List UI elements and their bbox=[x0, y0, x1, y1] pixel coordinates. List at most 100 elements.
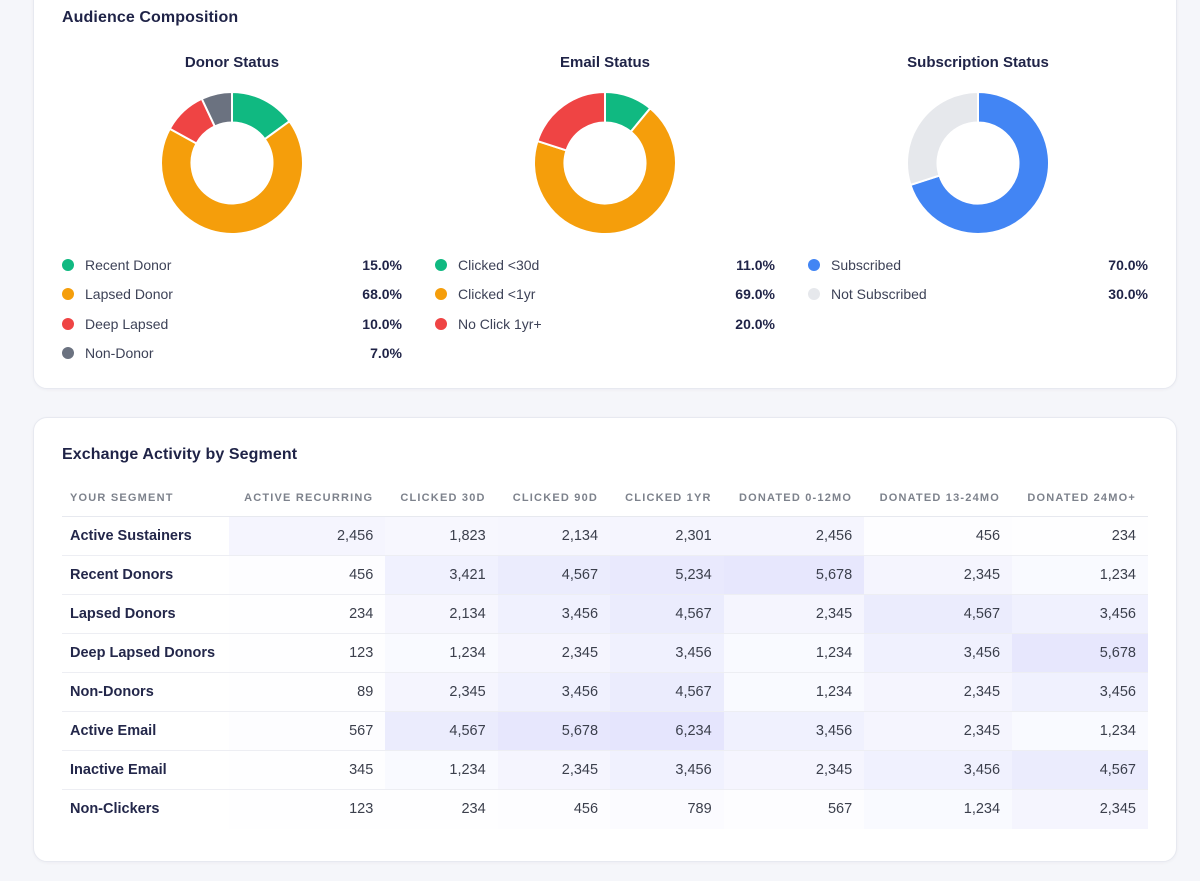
table-row: Active Sustainers2,4561,8232,1342,3012,4… bbox=[62, 517, 1148, 556]
table-cell: 3,456 bbox=[498, 673, 610, 712]
table-cell: 5,234 bbox=[610, 556, 724, 595]
table-cell: 3,456 bbox=[498, 595, 610, 634]
table-cell: 5,678 bbox=[498, 712, 610, 751]
legend-value: 10.0% bbox=[362, 316, 402, 332]
table-cell: 5,678 bbox=[724, 556, 865, 595]
legend-label: Clicked <1yr bbox=[458, 286, 735, 302]
legend-label: Lapsed Donor bbox=[85, 286, 362, 302]
legend-dot-icon bbox=[62, 347, 74, 359]
legend-dot-icon bbox=[435, 288, 447, 300]
table-row: Deep Lapsed Donors1231,2342,3453,4561,23… bbox=[62, 634, 1148, 673]
legend-dot-icon bbox=[435, 259, 447, 271]
table-cell: 2,345 bbox=[385, 673, 497, 712]
legend-label: Recent Donor bbox=[85, 257, 362, 273]
legend-item: No Click 1yr+20.0% bbox=[435, 309, 775, 339]
legend-item: Clicked <1yr69.0% bbox=[435, 280, 775, 310]
table-cell: 4,567 bbox=[1012, 751, 1148, 790]
column-header-clicked-30d: CLICKED 30D bbox=[385, 480, 497, 517]
segment-name: Active Sustainers bbox=[62, 517, 229, 556]
table-cell: 1,234 bbox=[724, 673, 865, 712]
table-cell: 4,567 bbox=[610, 595, 724, 634]
segment-name: Deep Lapsed Donors bbox=[62, 634, 229, 673]
legend-dot-icon bbox=[808, 288, 820, 300]
table-cell: 2,134 bbox=[498, 517, 610, 556]
table-cell: 567 bbox=[724, 790, 865, 829]
table-cell: 3,456 bbox=[864, 634, 1012, 673]
table-cell: 234 bbox=[385, 790, 497, 829]
exchange-activity-title: Exchange Activity by Segment bbox=[62, 446, 1148, 464]
table-cell: 789 bbox=[610, 790, 724, 829]
chart-legend: Subscribed70.0%Not Subscribed30.0% bbox=[808, 250, 1148, 309]
table-cell: 1,234 bbox=[385, 634, 497, 673]
legend-label: Clicked <30d bbox=[458, 257, 736, 273]
chart-title: Subscription Status bbox=[907, 54, 1049, 71]
table-cell: 2,345 bbox=[498, 634, 610, 673]
table-row: Inactive Email3451,2342,3453,4562,3453,4… bbox=[62, 751, 1148, 790]
table-cell: 4,567 bbox=[498, 556, 610, 595]
column-header-donated-13-24mo: DONATED 13-24MO bbox=[864, 480, 1012, 517]
table-row: Recent Donors4563,4214,5675,2345,6782,34… bbox=[62, 556, 1148, 595]
segment-name: Inactive Email bbox=[62, 751, 229, 790]
table-cell: 234 bbox=[229, 595, 386, 634]
column-header-clicked-90d: CLICKED 90D bbox=[498, 480, 610, 517]
donut-chart bbox=[525, 83, 685, 243]
column-header-donated-24mo+: DONATED 24MO+ bbox=[1012, 480, 1148, 517]
column-header-active-recurring: ACTIVE RECURRING bbox=[229, 480, 386, 517]
segment-name: Non-Donors bbox=[62, 673, 229, 712]
table-row: Non-Donors892,3453,4564,5671,2342,3453,4… bbox=[62, 673, 1148, 712]
table-cell: 2,345 bbox=[864, 556, 1012, 595]
audience-composition-title: Audience Composition bbox=[62, 9, 1148, 27]
table-cell: 2,345 bbox=[724, 595, 865, 634]
table-cell: 567 bbox=[229, 712, 386, 751]
legend-value: 7.0% bbox=[370, 345, 402, 361]
legend-value: 20.0% bbox=[735, 316, 775, 332]
table-cell: 123 bbox=[229, 790, 386, 829]
table-cell: 1,234 bbox=[1012, 712, 1148, 751]
legend-value: 15.0% bbox=[362, 257, 402, 273]
table-cell: 3,421 bbox=[385, 556, 497, 595]
legend-value: 68.0% bbox=[362, 286, 402, 302]
table-cell: 2,301 bbox=[610, 517, 724, 556]
table-cell: 5,678 bbox=[1012, 634, 1148, 673]
report-page: Audience Composition Donor StatusRecent … bbox=[0, 0, 1200, 881]
table-cell: 2,345 bbox=[498, 751, 610, 790]
table-cell: 3,456 bbox=[864, 751, 1012, 790]
table-cell: 3,456 bbox=[724, 712, 865, 751]
donut-slice-not-subscribed bbox=[907, 92, 978, 185]
legend-value: 11.0% bbox=[736, 257, 775, 273]
chart-title: Email Status bbox=[560, 54, 650, 71]
chart-legend: Clicked <30d11.0%Clicked <1yr69.0%No Cli… bbox=[435, 250, 775, 339]
column-header-donated-0-12mo: DONATED 0-12MO bbox=[724, 480, 865, 517]
table-cell: 2,345 bbox=[864, 712, 1012, 751]
legend-value: 30.0% bbox=[1108, 286, 1148, 302]
segment-name: Recent Donors bbox=[62, 556, 229, 595]
donut-slice-lapsed-donor bbox=[161, 121, 303, 234]
table-cell: 345 bbox=[229, 751, 386, 790]
table-cell: 2,345 bbox=[864, 673, 1012, 712]
audience-composition-card: Audience Composition Donor StatusRecent … bbox=[33, 0, 1177, 389]
table-cell: 2,345 bbox=[724, 751, 865, 790]
table-cell: 3,456 bbox=[610, 634, 724, 673]
legend-label: Not Subscribed bbox=[831, 286, 1108, 302]
table-cell: 4,567 bbox=[610, 673, 724, 712]
legend-value: 70.0% bbox=[1108, 257, 1148, 273]
legend-value: 69.0% bbox=[735, 286, 775, 302]
table-row: Lapsed Donors2342,1343,4564,5672,3454,56… bbox=[62, 595, 1148, 634]
legend-item: Deep Lapsed10.0% bbox=[62, 309, 402, 339]
table-row: Active Email5674,5675,6786,2343,4562,345… bbox=[62, 712, 1148, 751]
chart-column-donor-status: Donor StatusRecent Donor15.0%Lapsed Dono… bbox=[62, 43, 402, 368]
legend-item: Not Subscribed30.0% bbox=[808, 280, 1148, 310]
table-cell: 1,823 bbox=[385, 517, 497, 556]
table-cell: 2,456 bbox=[724, 517, 865, 556]
table-cell: 456 bbox=[864, 517, 1012, 556]
legend-item: Subscribed70.0% bbox=[808, 250, 1148, 280]
table-cell: 1,234 bbox=[724, 634, 865, 673]
donut-charts-row: Donor StatusRecent Donor15.0%Lapsed Dono… bbox=[62, 43, 1148, 368]
column-header-clicked-1yr: CLICKED 1YR bbox=[610, 480, 724, 517]
donut-chart bbox=[152, 83, 312, 243]
segment-name: Non-Clickers bbox=[62, 790, 229, 829]
legend-dot-icon bbox=[435, 318, 447, 330]
legend-label: No Click 1yr+ bbox=[458, 316, 735, 332]
legend-label: Non-Donor bbox=[85, 345, 370, 361]
table-cell: 456 bbox=[498, 790, 610, 829]
